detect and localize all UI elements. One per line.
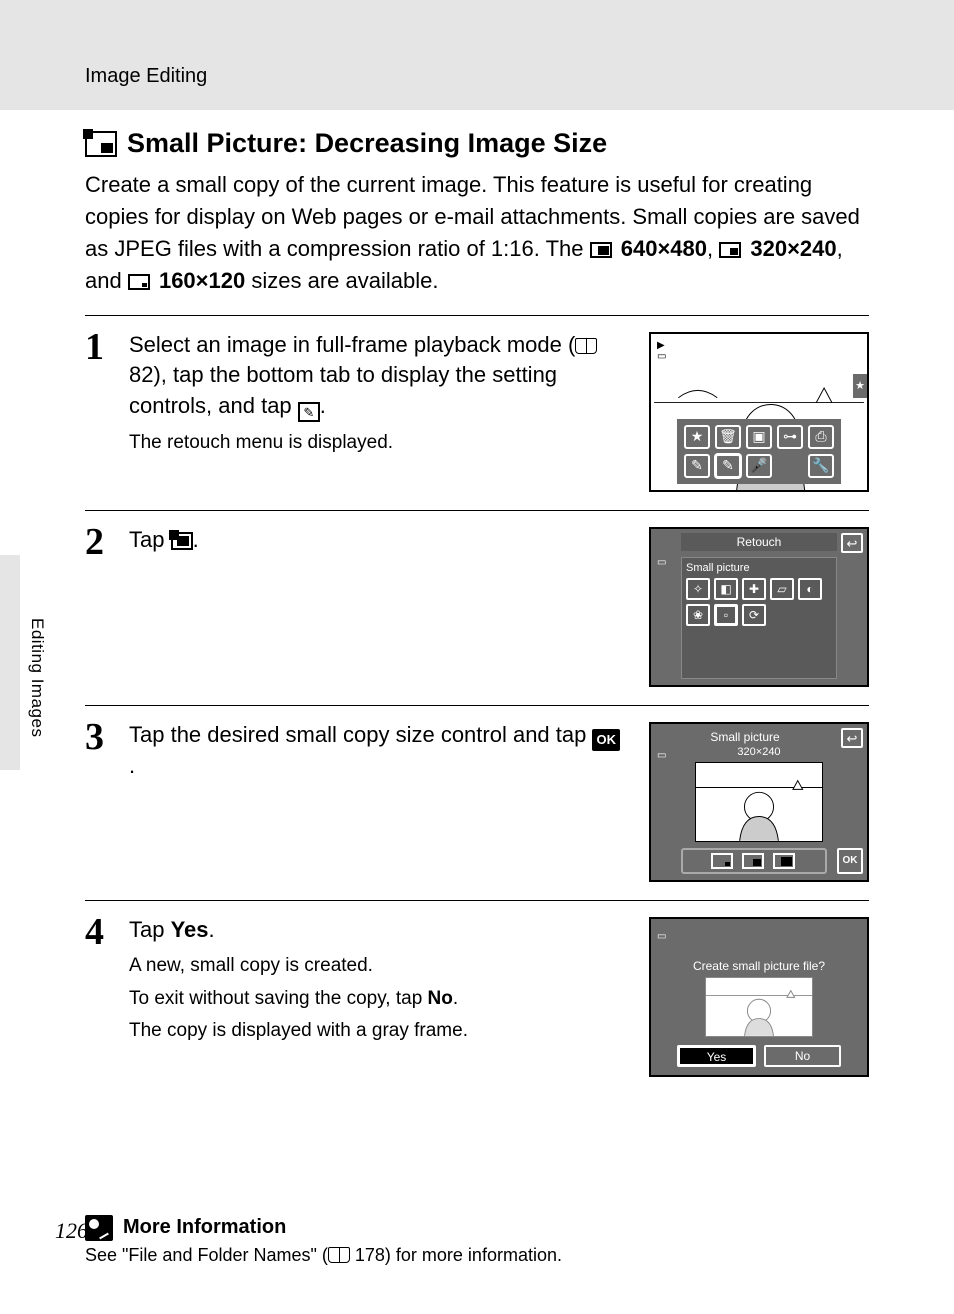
step-1: 1 Select an image in full-frame playback… (85, 315, 869, 510)
ok-button: OK (837, 848, 863, 874)
preview-image (695, 762, 823, 842)
back-icon: ↩ (841, 533, 863, 553)
rating-star-icon: ★ (853, 374, 867, 398)
size-160: 160×120 (159, 268, 245, 293)
battery-icon: ▭ (657, 931, 666, 942)
info-icon (85, 1215, 113, 1241)
size-640: 640×480 (621, 236, 707, 261)
ok-icon: OK (592, 729, 620, 751)
step-figure: ▭ Create small picture file? Yes No (644, 913, 869, 1077)
intro-paragraph: Create a small copy of the current image… (85, 169, 869, 297)
small-picture-icon (85, 131, 117, 157)
retouch-button-icon: ✎ (715, 454, 741, 478)
content: Small Picture: Decreasing Image Size Cre… (0, 110, 954, 1266)
more-info-title: More Information (123, 1216, 286, 1239)
step-body: Tap . (129, 523, 626, 687)
step-main: Tap Yes. (129, 915, 626, 946)
side-label: Editing Images (27, 618, 47, 737)
stretch-icon: ✚ (742, 578, 766, 600)
size-icon-medium (719, 242, 741, 258)
intro-text-2: sizes are available. (251, 268, 438, 293)
size-l-icon (773, 853, 795, 869)
section-title: Image Editing (85, 65, 207, 87)
step-main: Tap the desired small copy size control … (129, 720, 626, 782)
step-number: 1 (85, 328, 111, 492)
step-2: 2 Tap . Retouch ↩ ▭ Small picture ✧ ◧ (85, 510, 869, 705)
preview-image (705, 977, 813, 1037)
size-buttons (681, 848, 827, 874)
confirm-buttons: Yes No (677, 1045, 841, 1067)
manual-ref-icon (575, 338, 597, 354)
small-picture-label: Small picture (686, 562, 832, 574)
confirm-question: Create small picture file? (651, 959, 867, 973)
size-icon-small (128, 274, 150, 290)
glamour-icon: ❀ (686, 604, 710, 626)
step-main: Tap . (129, 525, 626, 556)
step-sub: A new, small copy is created. (129, 951, 626, 981)
star-button-icon: ★ (684, 425, 710, 449)
manual-ref-icon (328, 1247, 350, 1263)
page-number: 126 (55, 1218, 88, 1244)
steps: 1 Select an image in full-frame playback… (85, 315, 869, 1095)
step-figure: Retouch ↩ ▭ Small picture ✧ ◧ ✚ ▱ ◐ (644, 523, 869, 687)
small-picture-title: Small picture (651, 730, 839, 744)
more-info-text: See "File and Folder Names" ( 178) for m… (85, 1245, 869, 1266)
small-picture-button-icon: ▫ (714, 604, 738, 626)
size-s-icon (711, 853, 733, 869)
more-info-heading: More Information (85, 1215, 869, 1241)
print-button-icon: ⎙ (808, 425, 834, 449)
lcd-playback: ▶▭ ★ ★ 🗑 (649, 332, 869, 492)
step-4: 4 Tap Yes. A new, small copy is created.… (85, 900, 869, 1095)
step-body: Tap Yes. A new, small copy is created. T… (129, 913, 626, 1077)
step-figure: Small picture ↩ ▭ 320×240 (644, 718, 869, 882)
small-picture-icon (171, 532, 193, 550)
setup-button-icon: 🔧 (808, 454, 834, 478)
step-number: 3 (85, 718, 111, 882)
step-3: 3 Tap the desired small copy size contro… (85, 705, 869, 900)
dlighting-icon: ◧ (714, 578, 738, 600)
step-body: Select an image in full-frame playback m… (129, 328, 626, 492)
step-sub: The retouch menu is displayed. (129, 428, 626, 458)
step-number: 2 (85, 523, 111, 687)
filter-icon: ◐ (798, 578, 822, 600)
step-sub: The copy is displayed with a gray frame. (129, 1016, 626, 1046)
toolbar: ★ 🗑 ▣ ⊶ ⎙ ✎ ✎ 🎤 🔧 (677, 419, 841, 484)
trash-button-icon: 🗑 (715, 425, 741, 449)
retouch-icon: ✎ (298, 402, 320, 422)
intro-text-1: Create a small copy of the current image… (85, 172, 860, 261)
retouch-title: Retouch (681, 533, 837, 551)
no-button: No (764, 1045, 841, 1067)
size-m-icon (742, 853, 764, 869)
crop-icon: ⟳ (742, 604, 766, 626)
step-figure: ▶▭ ★ ★ 🗑 (644, 328, 869, 492)
step-sub: To exit without saving the copy, tap No. (129, 984, 626, 1014)
paint-button-icon: ✎ (684, 454, 710, 478)
selected-size: 320×240 (651, 746, 867, 758)
size-320: 320×240 (750, 236, 836, 261)
title-row: Small Picture: Decreasing Image Size (85, 128, 869, 159)
battery-icon: ▭ (657, 557, 666, 568)
step-main: Select an image in full-frame playback m… (129, 330, 626, 423)
perspective-icon: ▱ (770, 578, 794, 600)
step-body: Tap the desired small copy size control … (129, 718, 626, 882)
yes-button: Yes (677, 1045, 756, 1067)
step-number: 4 (85, 913, 111, 1077)
side-tab (0, 555, 20, 770)
lcd-confirm: ▭ Create small picture file? Yes No (649, 917, 869, 1077)
quickretouch-icon: ✧ (686, 578, 710, 600)
page-title: Small Picture: Decreasing Image Size (127, 128, 607, 159)
page-header: Image Editing (0, 0, 954, 110)
size-icon-large (590, 242, 612, 258)
album-button-icon: ▣ (746, 425, 772, 449)
retouch-panel: Small picture ✧ ◧ ✚ ▱ ◐ ❀ ▫ ⟳ (681, 557, 837, 679)
back-icon: ↩ (841, 728, 863, 748)
lcd-retouch-menu: Retouch ↩ ▭ Small picture ✧ ◧ ✚ ▱ ◐ (649, 527, 869, 687)
voice-button-icon: 🎤 (746, 454, 772, 478)
lcd-size-select: Small picture ↩ ▭ 320×240 (649, 722, 869, 882)
protect-button-icon: ⊶ (777, 425, 803, 449)
